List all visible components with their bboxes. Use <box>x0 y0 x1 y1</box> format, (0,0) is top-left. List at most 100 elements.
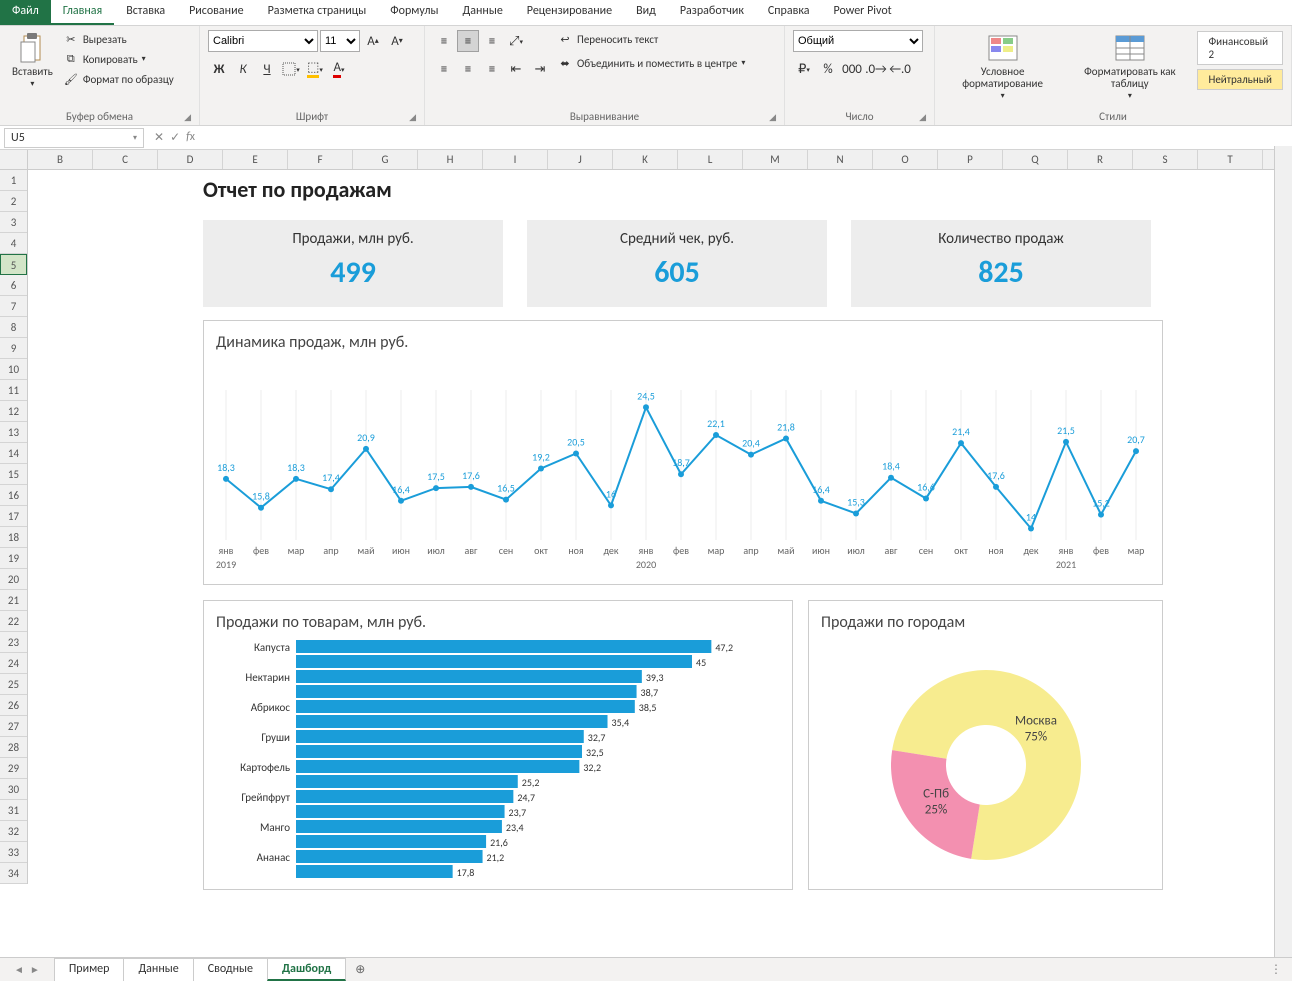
row-header[interactable]: 30 <box>0 779 27 800</box>
decrease-font-button[interactable]: A▾ <box>386 30 408 52</box>
format-as-table-button[interactable]: Форматировать как таблицу▾ <box>1068 30 1191 103</box>
bar-chart[interactable]: Продажи по товарам, млн руб. 47,2Капуста… <box>203 600 793 890</box>
number-format-select[interactable]: Общий <box>793 30 923 52</box>
merge-center-button[interactable]: ⬌Объединить и поместить в центре ▾ <box>557 54 745 72</box>
ribbon-tab-Справка[interactable]: Справка <box>756 0 822 25</box>
row-header[interactable]: 21 <box>0 590 27 611</box>
italic-button[interactable]: К <box>232 58 254 80</box>
cell-style-financial[interactable]: Финансовый 2 <box>1197 31 1283 65</box>
line-chart[interactable]: Динамика продаж, млн руб. 18,315,818,317… <box>203 320 1163 585</box>
dialog-launcher-icon[interactable]: ◢ <box>409 112 416 123</box>
sheet-tab-Сводные[interactable]: Сводные <box>193 958 268 981</box>
vertical-scrollbar[interactable] <box>1274 146 1292 957</box>
row-header[interactable]: 31 <box>0 800 27 821</box>
col-header[interactable]: I <box>483 150 548 169</box>
ribbon-tab-Главная[interactable]: Главная <box>51 0 114 25</box>
col-header[interactable]: P <box>938 150 1003 169</box>
percent-button[interactable]: % <box>817 58 839 80</box>
ribbon-tab-Power Pivot[interactable]: Power Pivot <box>821 0 903 25</box>
dialog-launcher-icon[interactable]: ◢ <box>919 112 926 123</box>
sheet-tab-Данные[interactable]: Данные <box>123 958 193 981</box>
col-header[interactable]: D <box>158 150 223 169</box>
fx-icon[interactable]: fx <box>186 130 195 145</box>
col-header[interactable]: H <box>418 150 483 169</box>
row-header[interactable]: 17 <box>0 506 27 527</box>
col-header[interactable]: T <box>1198 150 1263 169</box>
row-header[interactable]: 23 <box>0 632 27 653</box>
cell-style-neutral[interactable]: Нейтральный <box>1197 69 1283 90</box>
dialog-launcher-icon[interactable]: ◢ <box>184 112 191 123</box>
col-header[interactable]: E <box>223 150 288 169</box>
row-header[interactable]: 10 <box>0 359 27 380</box>
conditional-formatting-button[interactable]: Условное форматирование▾ <box>943 30 1062 103</box>
col-header[interactable]: K <box>613 150 678 169</box>
ribbon-tab-Рецензирование[interactable]: Рецензирование <box>515 0 624 25</box>
row-header[interactable]: 18 <box>0 527 27 548</box>
row-header[interactable]: 15 <box>0 464 27 485</box>
row-header[interactable]: 8 <box>0 317 27 338</box>
row-header[interactable]: 28 <box>0 737 27 758</box>
row-header[interactable]: 29 <box>0 758 27 779</box>
row-header[interactable]: 11 <box>0 380 27 401</box>
col-header[interactable]: N <box>808 150 873 169</box>
row-header[interactable]: 7 <box>0 296 27 317</box>
row-header[interactable]: 14 <box>0 443 27 464</box>
align-left-button[interactable]: ≡ <box>433 58 455 80</box>
row-header[interactable]: 34 <box>0 863 27 884</box>
sheet-tab-Дашборд[interactable]: Дашборд <box>267 958 346 981</box>
row-header[interactable]: 27 <box>0 716 27 737</box>
col-header[interactable]: C <box>93 150 158 169</box>
row-header[interactable]: 5 <box>0 254 27 275</box>
row-header[interactable]: 22 <box>0 611 27 632</box>
cells-area[interactable]: Отчет по продажам Продажи, млн руб.499Ср… <box>28 170 1292 930</box>
row-header[interactable]: 16 <box>0 485 27 506</box>
row-header[interactable]: 12 <box>0 401 27 422</box>
sheet-prev-icon[interactable]: ◄ <box>14 963 24 976</box>
cut-button[interactable]: ✂Вырезать <box>63 30 174 48</box>
select-all-corner[interactable] <box>0 150 28 169</box>
row-header[interactable]: 9 <box>0 338 27 359</box>
currency-button[interactable]: ₽▾ <box>793 58 815 80</box>
col-header[interactable]: F <box>288 150 353 169</box>
col-header[interactable]: Q <box>1003 150 1068 169</box>
font-name-select[interactable]: Calibri <box>208 30 318 52</box>
ribbon-tab-Разработчик[interactable]: Разработчик <box>668 0 756 25</box>
cancel-formula-icon[interactable]: ✕ <box>154 130 164 145</box>
ribbon-tab-Рисование[interactable]: Рисование <box>177 0 255 25</box>
row-header[interactable]: 33 <box>0 842 27 863</box>
row-header[interactable]: 32 <box>0 821 27 842</box>
sheet-menu-icon[interactable]: ⋮ <box>1260 962 1292 977</box>
paste-button[interactable]: Вставить▾ <box>8 30 57 91</box>
name-box[interactable]: U5▾ <box>4 128 144 148</box>
col-header[interactable]: S <box>1133 150 1198 169</box>
add-sheet-button[interactable]: ⊕ <box>345 962 375 977</box>
bold-button[interactable]: Ж <box>208 58 230 80</box>
row-header[interactable]: 19 <box>0 548 27 569</box>
col-header[interactable]: B <box>28 150 93 169</box>
sheet-next-icon[interactable]: ► <box>30 963 40 976</box>
increase-decimal-button[interactable]: .0→ <box>865 58 887 80</box>
wrap-text-button[interactable]: ↩Переносить текст <box>557 30 745 48</box>
col-header[interactable]: J <box>548 150 613 169</box>
fill-color-button[interactable]: ⬚▾ <box>304 58 326 80</box>
align-center-button[interactable]: ≡ <box>457 58 479 80</box>
decrease-indent-button[interactable]: ⇤ <box>505 58 527 80</box>
col-header[interactable]: L <box>678 150 743 169</box>
font-size-select[interactable]: 11 <box>320 30 360 52</box>
ribbon-tab-Вставка[interactable]: Вставка <box>114 0 177 25</box>
increase-indent-button[interactable]: ⇥ <box>529 58 551 80</box>
align-bottom-button[interactable]: ≡ <box>481 30 503 52</box>
ribbon-tab-Формулы[interactable]: Формулы <box>378 0 450 25</box>
row-header[interactable]: 13 <box>0 422 27 443</box>
sheet-tab-Пример[interactable]: Пример <box>54 958 125 981</box>
row-header[interactable]: 3 <box>0 212 27 233</box>
increase-font-button[interactable]: A▴ <box>362 30 384 52</box>
row-header[interactable]: 20 <box>0 569 27 590</box>
copy-button[interactable]: ⧉Копировать ▾ <box>63 50 174 68</box>
col-header[interactable]: O <box>873 150 938 169</box>
ribbon-tab-Данные[interactable]: Данные <box>451 0 515 25</box>
row-header[interactable]: 4 <box>0 233 27 254</box>
ribbon-tab-Разметка страницы[interactable]: Разметка страницы <box>256 0 379 25</box>
format-painter-button[interactable]: 🖌Формат по образцу <box>63 70 174 88</box>
orientation-button[interactable]: ⤢▾ <box>505 30 527 52</box>
